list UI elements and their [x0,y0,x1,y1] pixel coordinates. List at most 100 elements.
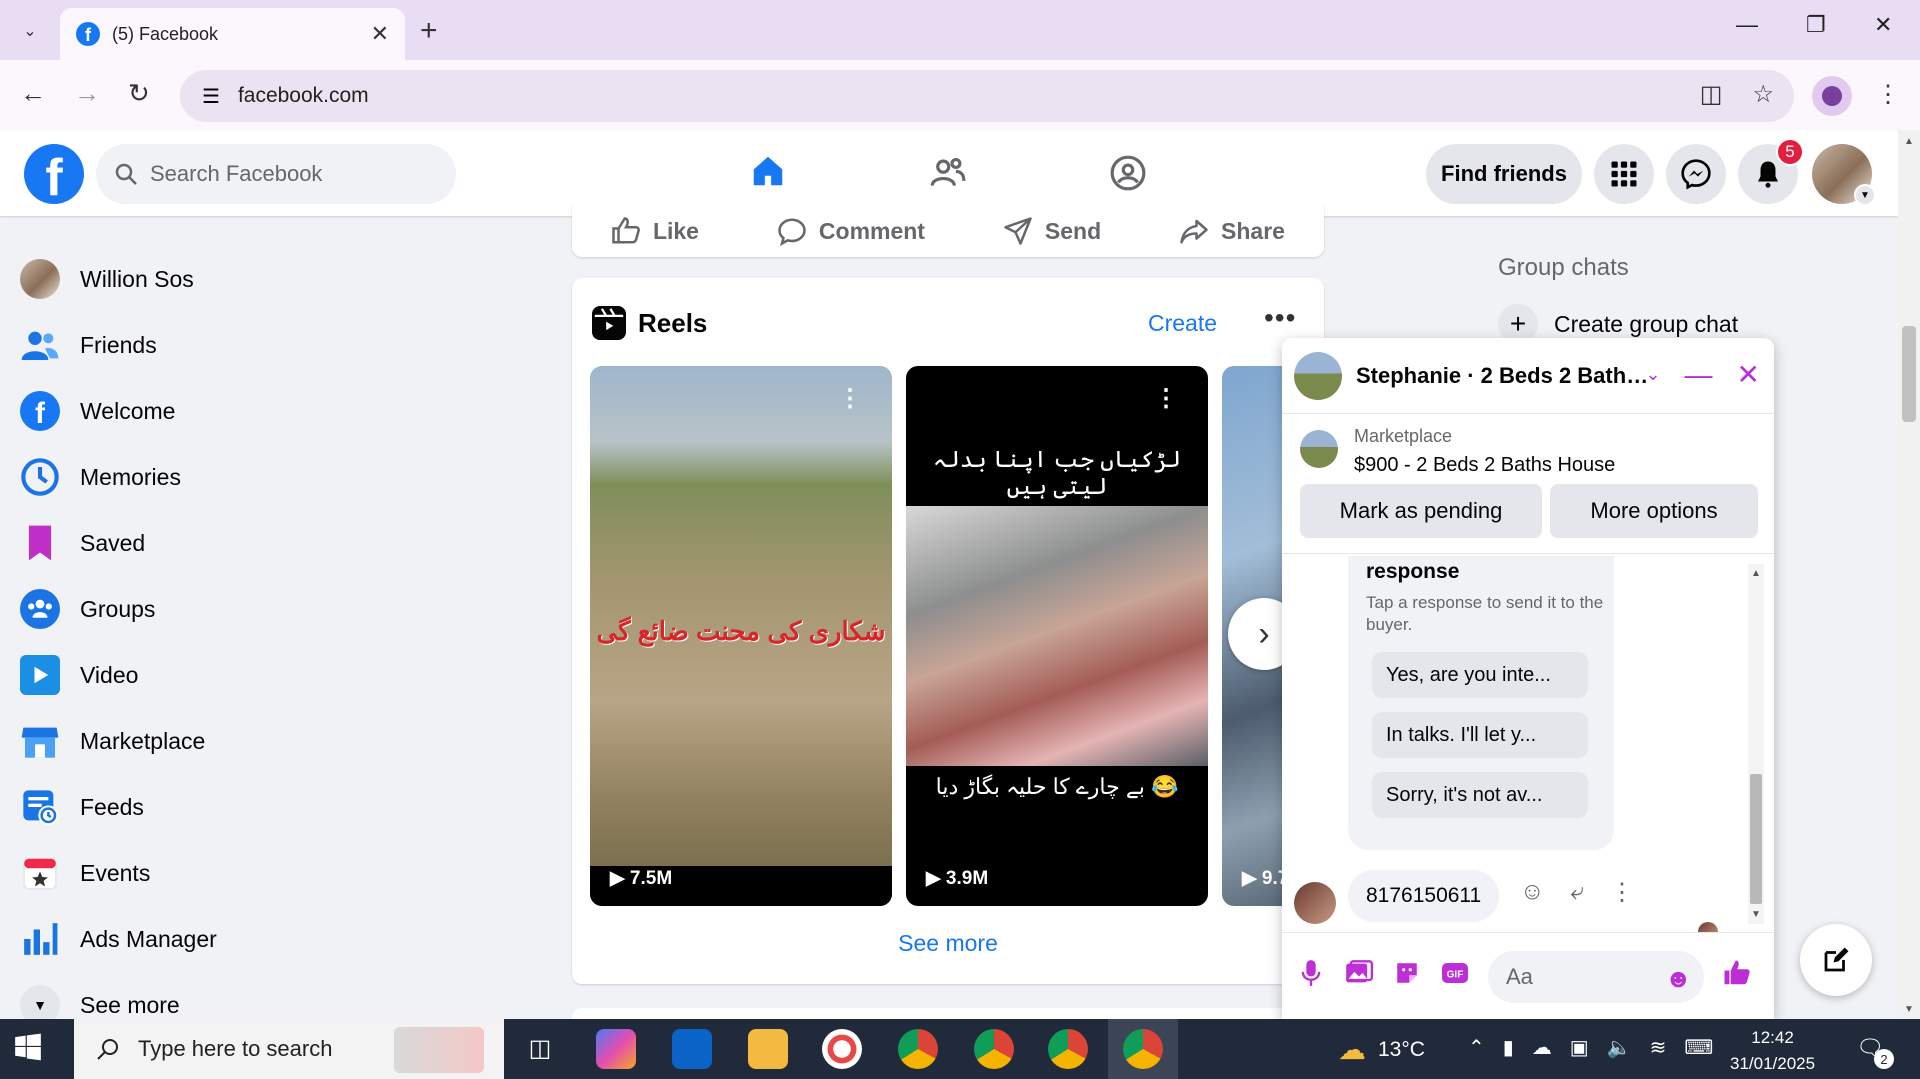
new-message-compose-icon[interactable] [1800,924,1872,996]
gif-icon[interactable]: GIF [1440,961,1470,992]
page-scrollbar[interactable]: ▲ ▼ [1898,130,1920,1019]
thumbs-up-send-icon[interactable] [1722,958,1752,995]
chat-scrollbar[interactable]: ▲ ▼ [1748,564,1764,924]
reply-arrow-icon[interactable]: ⤶ [1571,878,1584,907]
browser-profile-icon[interactable] [1812,76,1852,116]
chrome-profile-3-icon[interactable] [1048,1029,1088,1069]
address-bar[interactable]: ☰ facebook.com ◫ ☆ [180,70,1794,122]
volume-icon[interactable]: 🔈 [1607,1035,1632,1060]
window-restore-icon[interactable]: ❐ [1806,12,1826,38]
scroll-up-icon[interactable]: ▲ [1751,568,1761,579]
reels-more-icon[interactable]: ••• [1264,302,1296,334]
reel-card[interactable]: لڑکیاں جب اپنا بدلہ لیتی ہیں بے چارے کا … [906,366,1208,906]
taskbar-clock[interactable]: 12:42 31/01/2025 [1730,1025,1815,1076]
sidebar-item-friends[interactable]: Friends [20,312,540,378]
quick-response-button[interactable]: Sorry, it's not av... [1372,772,1588,818]
wifi-icon[interactable]: ≋ [1650,1035,1667,1060]
quick-response-button[interactable]: Yes, are you inte... [1372,652,1588,698]
comment-button[interactable]: Comment [777,216,925,246]
windows-start-icon[interactable] [14,1033,54,1065]
send-button[interactable]: Send [1003,216,1101,246]
account-avatar[interactable]: ▼ [1812,144,1876,206]
tab-close-icon[interactable]: ✕ [371,21,389,47]
like-button[interactable]: Like [611,216,699,246]
photo-icon[interactable] [1344,960,1374,993]
sidebar-item-memories[interactable]: Memories [20,444,540,510]
facebook-search[interactable] [96,144,456,204]
back-arrow-icon[interactable]: ← [20,78,46,109]
chat-options-chevron-icon[interactable]: ⌄ [1645,364,1660,385]
sidebar-item-ads-manager[interactable]: Ads Manager [20,906,540,972]
sidebar-item-video[interactable]: Video [20,642,540,708]
keyboard-icon[interactable]: ⌨ [1684,1035,1713,1060]
listing-title: $900 - 2 Beds 2 Baths House [1354,454,1616,476]
sidebar-item-welcome[interactable]: f Welcome [20,378,540,444]
battery-icon[interactable]: ▮ [1503,1035,1514,1060]
search-input[interactable] [150,161,440,187]
bookmark-star-icon[interactable]: ☆ [1752,80,1774,109]
react-smiley-icon[interactable]: ☺ [1520,878,1545,907]
tab-home[interactable] [688,130,848,216]
tab-groups[interactable] [1048,130,1208,216]
messenger-icon[interactable] [1666,144,1726,204]
microphone-icon[interactable] [1296,959,1326,994]
window-minimize-icon[interactable]: — [1736,12,1758,38]
new-tab-plus-icon[interactable]: + [420,14,438,48]
task-view-icon[interactable]: ◫ [520,1029,560,1069]
more-options-button[interactable]: More options [1550,484,1758,538]
tab-search-chevron-icon[interactable]: ⌄ [10,14,50,48]
sidebar-item-saved[interactable]: Saved [20,510,540,576]
reels-create-link[interactable]: Create [1148,310,1217,337]
mark-as-pending-button[interactable]: Mark as pending [1300,484,1542,538]
message-more-icon[interactable]: ⋮ [1610,878,1634,907]
taskbar-active-app[interactable] [1108,1019,1178,1079]
scroll-down-icon[interactable]: ▼ [1904,1004,1914,1015]
chat-scrollbar-thumb[interactable] [1750,774,1762,904]
sidebar-item-events[interactable]: Events [20,840,540,906]
taskbar-search[interactable]: Type here to search [74,1019,504,1079]
sidebar-item-feeds[interactable]: Feeds [20,774,540,840]
chrome-profile-1-icon[interactable] [898,1029,938,1069]
menu-grid-icon[interactable] [1594,144,1654,204]
notifications-bell-icon[interactable]: 5 [1738,138,1804,204]
forward-arrow-icon[interactable]: → [74,78,100,109]
scroll-up-icon[interactable]: ▲ [1904,136,1914,147]
site-info-icon[interactable]: ☰ [202,84,220,109]
sticker-icon[interactable] [1392,960,1422,993]
message-bubble[interactable]: 8176150611 [1348,870,1500,922]
tab-friends[interactable] [868,130,1028,216]
quick-response-subtitle: Tap a response to send it to the buyer. [1366,593,1604,635]
browser-tab-facebook[interactable]: f (5) Facebook ✕ [60,8,405,60]
reel-card[interactable]: شکاری کی محنت ضائع گی ⋮ ▶ 7.5M [590,366,892,906]
share-button[interactable]: Share [1179,216,1285,246]
notification-badge: 5 [1776,138,1804,166]
window-close-icon[interactable]: ✕ [1874,12,1892,38]
snipping-tool-icon[interactable] [822,1029,862,1069]
chat-header[interactable]: Stephanie · 2 Beds 2 Baths House ⌄ — ✕ [1282,338,1774,414]
copilot-icon[interactable] [596,1029,636,1069]
scroll-down-icon[interactable]: ▼ [1751,909,1761,920]
sidebar-item-marketplace[interactable]: Marketplace [20,708,540,774]
onedrive-cloud-icon[interactable]: ☁ [1532,1035,1552,1060]
browser-menu-icon[interactable]: ⋮ [1876,80,1900,109]
find-friends-button[interactable]: Find friends [1426,144,1582,204]
reload-icon[interactable]: ↻ [128,78,150,109]
outlook-icon[interactable] [672,1029,712,1069]
chrome-profile-2-icon[interactable] [974,1029,1014,1069]
file-explorer-icon[interactable] [748,1029,788,1069]
quick-response-button[interactable]: In talks. I'll let y... [1372,712,1588,758]
weather-widget[interactable]: ☁ 13°C [1338,1033,1425,1066]
facebook-logo-icon[interactable]: f [24,144,84,204]
reel-more-icon[interactable]: ⋮ [838,384,862,413]
emoji-icon[interactable]: ☻ [1665,963,1692,994]
tray-chevron-up-icon[interactable]: ⌃ [1468,1035,1485,1060]
chat-minimize-icon[interactable]: — [1685,359,1713,391]
meet-now-icon[interactable]: ▣ [1570,1035,1589,1060]
chat-close-icon[interactable]: ✕ [1737,358,1760,391]
reels-see-more-link[interactable]: See more [572,930,1324,957]
sidebar-item-profile[interactable]: Willion Sos [20,246,540,312]
sidebar-item-groups[interactable]: Groups [20,576,540,642]
install-app-icon[interactable]: ◫ [1700,80,1723,109]
page-scrollbar-thumb[interactable] [1902,326,1916,422]
reel-more-icon[interactable]: ⋮ [1154,384,1178,413]
